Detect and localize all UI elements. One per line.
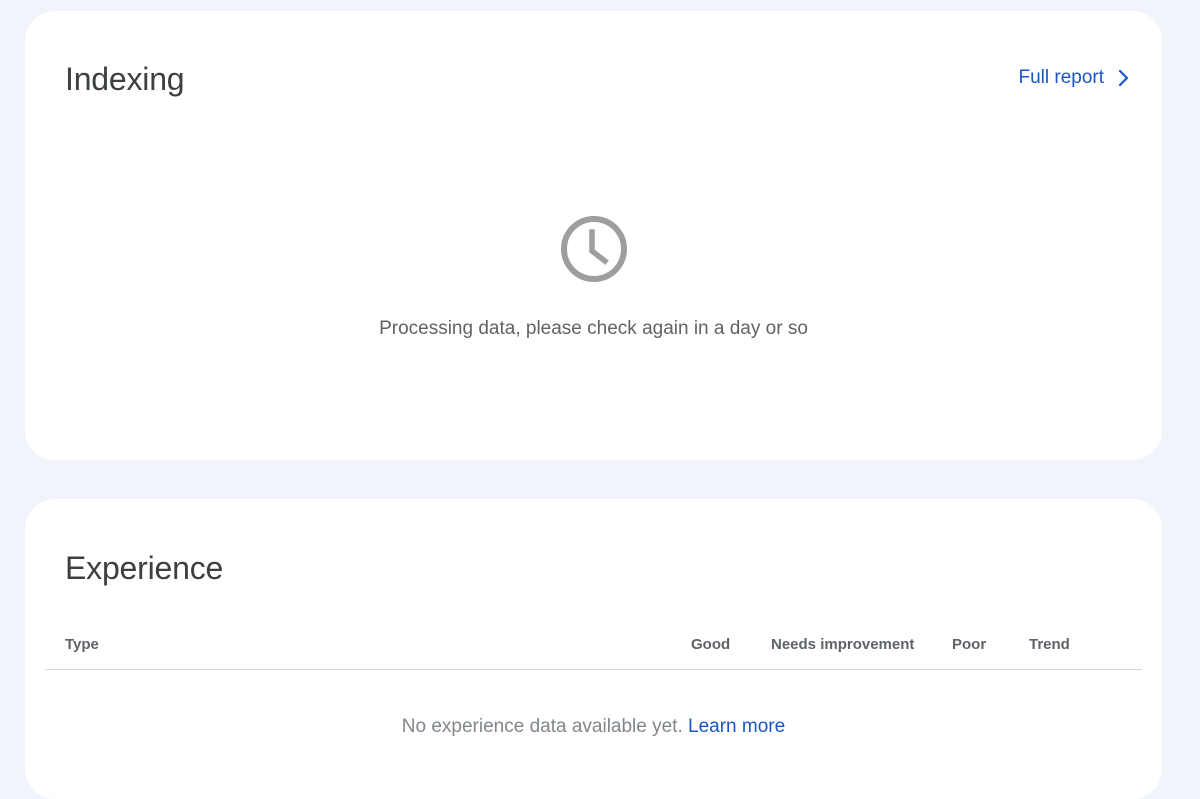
experience-card: Experience Type Good Needs improvement P… xyxy=(25,499,1162,799)
column-header-good: Good xyxy=(691,636,731,653)
full-report-link[interactable]: Full report xyxy=(1018,67,1130,89)
column-header-trend: Trend xyxy=(1029,636,1070,653)
clock-icon xyxy=(559,214,629,289)
experience-title: Experience xyxy=(65,550,224,586)
empty-state: No experience data available yet. Learn … xyxy=(45,716,1142,738)
column-header-poor: Poor xyxy=(952,636,987,653)
processing-state: Processing data, please check again in a… xyxy=(25,214,1162,340)
full-report-label: Full report xyxy=(1018,67,1104,88)
experience-table: Type Good Needs improvement Poor Trend N… xyxy=(45,629,1142,737)
indexing-title: Indexing xyxy=(65,61,185,97)
indexing-card: Indexing Full report Processing data, pl… xyxy=(25,11,1162,460)
column-header-type: Type xyxy=(65,636,99,653)
chevron-right-icon xyxy=(1116,69,1130,87)
column-header-needs-improvement: Needs improvement xyxy=(771,636,915,653)
table-header: Type Good Needs improvement Poor Trend xyxy=(45,629,1142,670)
empty-state-text: No experience data available yet. xyxy=(401,716,683,737)
learn-more-link[interactable]: Learn more xyxy=(688,716,785,737)
processing-message: Processing data, please check again in a… xyxy=(379,318,808,339)
